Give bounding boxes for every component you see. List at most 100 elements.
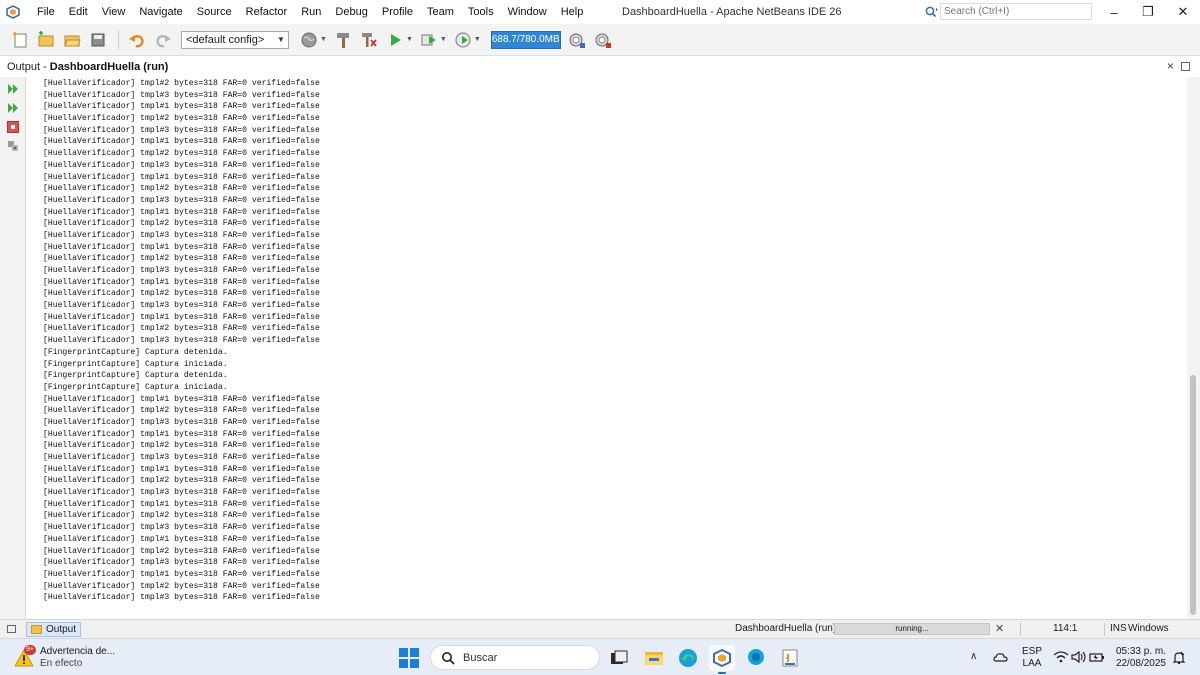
menu-edit[interactable]: Edit: [62, 0, 95, 24]
menu-refactor[interactable]: Refactor: [239, 0, 295, 24]
rerun-with-options-icon[interactable]: [6, 101, 20, 115]
rerun-icon[interactable]: [6, 82, 20, 96]
output-line: [HuellaVerificador] tmpl#2 bytes=318 FAR…: [43, 114, 320, 124]
wifi-icon[interactable]: [1053, 650, 1069, 664]
restore-panel-icon[interactable]: [1181, 62, 1190, 71]
menu-navigate[interactable]: Navigate: [132, 0, 189, 24]
scrollbar-thumb[interactable]: [1190, 375, 1196, 615]
configuration-select[interactable]: <default config> ▼: [181, 30, 289, 49]
netbeans-logo-icon: [6, 5, 20, 19]
running-project-label: DashboardHuella (run): [735, 623, 837, 634]
notification-subtitle: En efecto: [40, 657, 83, 669]
task-view-icon[interactable]: [606, 645, 632, 671]
dropdown-arrow-icon[interactable]: ▼: [406, 36, 413, 43]
dropdown-arrow-icon[interactable]: ▼: [440, 36, 447, 43]
taskbar-search-label: Buscar: [463, 651, 498, 664]
output-line: [HuellaVerificador] tmpl#3 bytes=318 FAR…: [43, 125, 320, 135]
battery-icon[interactable]: [1089, 650, 1105, 664]
new-file-button[interactable]: [8, 28, 32, 52]
dropdown-arrow-icon[interactable]: ▼: [320, 36, 327, 43]
run-project-icon[interactable]: [383, 28, 407, 52]
memory-indicator[interactable]: 688.7/780.0MB: [490, 30, 561, 49]
menu-source[interactable]: Source: [190, 0, 239, 24]
menu-tools[interactable]: Tools: [461, 0, 501, 24]
clean-build-icon[interactable]: [357, 28, 381, 52]
output-line: [HuellaVerificador] tmpl#3 bytes=318 FAR…: [43, 160, 320, 170]
dropdown-arrow-icon[interactable]: ▼: [474, 36, 481, 43]
profiler-icon[interactable]: [591, 28, 615, 52]
edge-browser-icon[interactable]: [675, 645, 701, 671]
profile-project-icon[interactable]: [451, 28, 475, 52]
garbage-collect-icon[interactable]: [565, 28, 589, 52]
output-line: [HuellaVerificador] tmpl#3 bytes=318 FAR…: [43, 558, 320, 568]
output-line: [HuellaVerificador] tmpl#3 bytes=318 FAR…: [43, 336, 320, 346]
volume-icon[interactable]: [1071, 650, 1087, 664]
output-console[interactable]: [HuellaVerificador] tmpl#2 bytes=318 FAR…: [27, 77, 1187, 619]
minimized-panels-icon[interactable]: [7, 625, 16, 633]
start-button-windows-icon[interactable]: [399, 648, 419, 668]
build-hammer-icon[interactable]: [331, 28, 355, 52]
output-line: [HuellaVerificador] tmpl#3 bytes=318 FAR…: [43, 453, 320, 462]
output-line: [HuellaVerificador] tmpl#2 bytes=318 FAR…: [43, 441, 320, 451]
menu-window[interactable]: Window: [501, 0, 554, 24]
save-all-button[interactable]: [86, 28, 110, 52]
os-taskbar: 9+ Advertencia de... En efecto Buscar ∧: [0, 638, 1200, 675]
output-line: [HuellaVerificador] tmpl#1 bytes=318 FAR…: [43, 534, 320, 544]
output-line: [HuellaVerificador] tmpl#3 bytes=318 FAR…: [43, 195, 320, 205]
undo-icon[interactable]: [125, 28, 149, 52]
maximize-button[interactable]: ❐: [1131, 0, 1165, 24]
language-line1: ESP: [1022, 646, 1043, 657]
progress-bar[interactable]: running...: [834, 623, 990, 635]
messaging-app-icon[interactable]: [743, 645, 769, 671]
minimize-button[interactable]: –: [1097, 0, 1131, 24]
output-line: [HuellaVerificador] tmpl#1 bytes=318 FAR…: [43, 394, 320, 404]
new-project-button[interactable]: [34, 28, 58, 52]
stop-icon[interactable]: [6, 120, 20, 134]
output-label: Output -: [7, 60, 47, 73]
close-output-icon[interactable]: ×: [1167, 57, 1174, 76]
menu-team[interactable]: Team: [420, 0, 461, 24]
system-clock[interactable]: 05:33 p. m. 22/08/2025: [1114, 646, 1166, 670]
output-line: [HuellaVerificador] tmpl#1 bytes=318 FAR…: [43, 102, 320, 112]
output-line: [HuellaVerificador] tmpl#2 bytes=318 FAR…: [43, 476, 320, 486]
menu-help[interactable]: Help: [554, 0, 591, 24]
menu-debug[interactable]: Debug: [328, 0, 374, 24]
output-tab[interactable]: Output: [26, 621, 82, 637]
notification-bell-icon[interactable]: [1172, 651, 1186, 665]
menu-profile[interactable]: Profile: [375, 0, 420, 24]
search-input[interactable]: [940, 3, 1092, 20]
debug-project-icon[interactable]: [417, 28, 441, 52]
magnifier-icon[interactable]: [922, 3, 940, 20]
notification-widget[interactable]: 9+ Advertencia de... En efecto: [14, 643, 124, 672]
output-line: [HuellaVerificador] tmpl#1 bytes=318 FAR…: [43, 277, 320, 287]
open-project-button[interactable]: [60, 28, 84, 52]
output-panel-header: Output - DashboardHuella (run) ×: [0, 57, 1200, 76]
output-tab-label: Output: [46, 623, 77, 635]
language-line2: LAA: [1022, 658, 1042, 669]
status-bar: Output DashboardHuella (run) running... …: [0, 619, 1200, 652]
language-indicator[interactable]: ESP LAA: [1022, 646, 1042, 670]
java-app-icon[interactable]: [777, 645, 803, 671]
output-line: [FingerprintCapture] Captura detenida.: [43, 371, 228, 381]
settings-icon[interactable]: [6, 139, 20, 153]
output-scrollbar[interactable]: [1187, 77, 1200, 619]
menu-view[interactable]: View: [95, 0, 133, 24]
output-project-title: DashboardHuella (run): [49, 60, 169, 73]
toolbar-separator: [118, 29, 119, 50]
file-explorer-icon[interactable]: [641, 645, 667, 671]
globe-icon[interactable]: [297, 28, 321, 52]
menu-run[interactable]: Run: [294, 0, 328, 24]
caret-position: 114:1: [1053, 623, 1078, 634]
netbeans-taskbar-icon[interactable]: [709, 645, 735, 674]
search-icon: [441, 651, 455, 665]
cancel-progress-icon[interactable]: ✕: [995, 620, 1004, 638]
taskbar-search[interactable]: Buscar: [430, 645, 600, 670]
close-window-button[interactable]: ✕: [1166, 0, 1200, 24]
redo-icon[interactable]: [151, 28, 175, 52]
output-line: [HuellaVerificador] tmpl#2 bytes=318 FAR…: [43, 184, 320, 194]
output-line: [HuellaVerificador] tmpl#3 bytes=318 FAR…: [43, 593, 320, 603]
show-hidden-icons-button[interactable]: ∧: [970, 651, 977, 662]
menu-file[interactable]: File: [30, 0, 62, 24]
output-line: [HuellaVerificador] tmpl#1 bytes=318 FAR…: [43, 207, 320, 217]
onedrive-icon[interactable]: [993, 650, 1009, 664]
